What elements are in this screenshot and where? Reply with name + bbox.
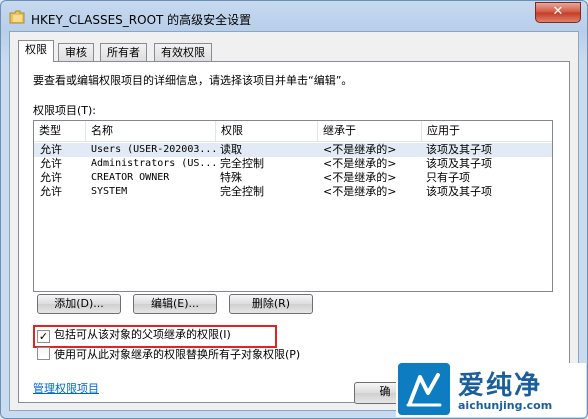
dialog-client-area: 权限 审核 所有者 有效权限 要查看或编辑权限项目的详细信息，请选择该项目并单击… bbox=[9, 31, 579, 411]
cell-type: 允许 bbox=[40, 171, 62, 184]
table-row[interactable]: 允许 Users (USER-202003... 读取 <不是继承的> 该项及其… bbox=[34, 143, 552, 157]
replace-child-checkbox-row[interactable]: 使用可从此对象继承的权限替换所有子对象权限(P) bbox=[37, 347, 300, 363]
folder-icon bbox=[9, 10, 25, 24]
security-settings-window: HKEY_CLASSES_ROOT 的高级安全设置 ✕ 权限 审核 所有者 有效… bbox=[0, 0, 588, 419]
cell-type: 允许 bbox=[40, 157, 62, 170]
column-header-type[interactable]: 类型 bbox=[34, 121, 86, 141]
watermark-url: aichunjing.com bbox=[458, 399, 553, 412]
add-button[interactable]: 添加(D)... bbox=[37, 294, 121, 314]
cell-permission: 完全控制 bbox=[220, 157, 264, 170]
instruction-text: 要查看或编辑权限项目的详细信息，请选择该项目并单击“编辑”。 bbox=[33, 74, 353, 87]
permissions-tab-panel: 要查看或编辑权限项目的详细信息，请选择该项目并单击“编辑”。 权限项目(T): … bbox=[18, 61, 570, 403]
cell-permission: 特殊 bbox=[220, 171, 242, 184]
column-header-applies-to[interactable]: 应用于 bbox=[422, 121, 552, 141]
include-inheritable-checkbox[interactable]: ✓ bbox=[37, 330, 50, 343]
remove-button[interactable]: 删除(R) bbox=[229, 294, 313, 314]
watermark: 爱纯净 aichunjing.com bbox=[396, 363, 586, 417]
permission-entries-list[interactable]: 类型 名称 权限 继承于 应用于 允许 Users (USER-202003..… bbox=[33, 120, 553, 292]
close-button[interactable]: ✕ bbox=[535, 2, 581, 23]
list-header: 类型 名称 权限 继承于 应用于 bbox=[34, 121, 552, 142]
cell-inherited: <不是继承的> bbox=[323, 171, 397, 184]
manage-permissions-link[interactable]: 管理权限项目 bbox=[33, 380, 99, 396]
cell-name: Users (USER-202003... bbox=[91, 144, 215, 155]
tab-effective-permissions[interactable]: 有效权限 bbox=[154, 43, 212, 61]
table-row[interactable]: 允许 SYSTEM 完全控制 <不是继承的> 该项及其子项 bbox=[34, 185, 552, 199]
cell-name: CREATOR OWNER bbox=[91, 172, 170, 183]
tab-auditing[interactable]: 审核 bbox=[58, 43, 94, 61]
column-header-name[interactable]: 名称 bbox=[86, 121, 216, 141]
watermark-name: 爱纯净 bbox=[458, 371, 543, 401]
cell-applies: 该项及其子项 bbox=[426, 185, 492, 198]
cell-inherited: <不是继承的> bbox=[323, 157, 397, 170]
cell-applies: 该项及其子项 bbox=[426, 143, 492, 156]
tab-owner[interactable]: 所有者 bbox=[100, 43, 147, 61]
title-bar[interactable]: HKEY_CLASSES_ROOT 的高级安全设置 ✕ bbox=[1, 1, 587, 35]
table-row[interactable]: 允许 CREATOR OWNER 特殊 <不是继承的> 只有子项 bbox=[34, 171, 552, 185]
include-inheritable-checkbox-row[interactable]: ✓ 包括可从该对象的父项继承的权限(I) bbox=[37, 327, 231, 343]
cell-inherited: <不是继承的> bbox=[323, 185, 397, 198]
cell-inherited: <不是继承的> bbox=[323, 143, 397, 156]
window-title: HKEY_CLASSES_ROOT 的高级安全设置 bbox=[31, 13, 252, 27]
cell-applies: 只有子项 bbox=[426, 171, 470, 184]
tab-permissions[interactable]: 权限 bbox=[18, 40, 54, 62]
column-header-inherited-from[interactable]: 继承于 bbox=[318, 121, 422, 141]
replace-child-checkbox[interactable] bbox=[37, 347, 50, 360]
edit-button[interactable]: 编辑(E)... bbox=[133, 294, 217, 314]
include-inheritable-label: 包括可从该对象的父项继承的权限(I) bbox=[54, 328, 231, 341]
column-header-permission[interactable]: 权限 bbox=[216, 121, 318, 141]
cell-permission: 完全控制 bbox=[220, 185, 264, 198]
table-row[interactable]: 允许 Administrators (US... 完全控制 <不是继承的> 该项… bbox=[34, 157, 552, 171]
close-icon: ✕ bbox=[552, 4, 564, 19]
cell-permission: 读取 bbox=[220, 143, 242, 156]
cell-applies: 该项及其子项 bbox=[426, 157, 492, 170]
brand-logo-icon bbox=[398, 363, 450, 415]
cell-type: 允许 bbox=[40, 143, 62, 156]
cell-name: Administrators (US... bbox=[91, 158, 215, 169]
replace-child-label: 使用可从此对象继承的权限替换所有子对象权限(P) bbox=[54, 348, 301, 361]
permission-entries-label: 权限项目(T): bbox=[33, 104, 97, 117]
cell-name: SYSTEM bbox=[91, 186, 128, 197]
cell-type: 允许 bbox=[40, 185, 62, 198]
